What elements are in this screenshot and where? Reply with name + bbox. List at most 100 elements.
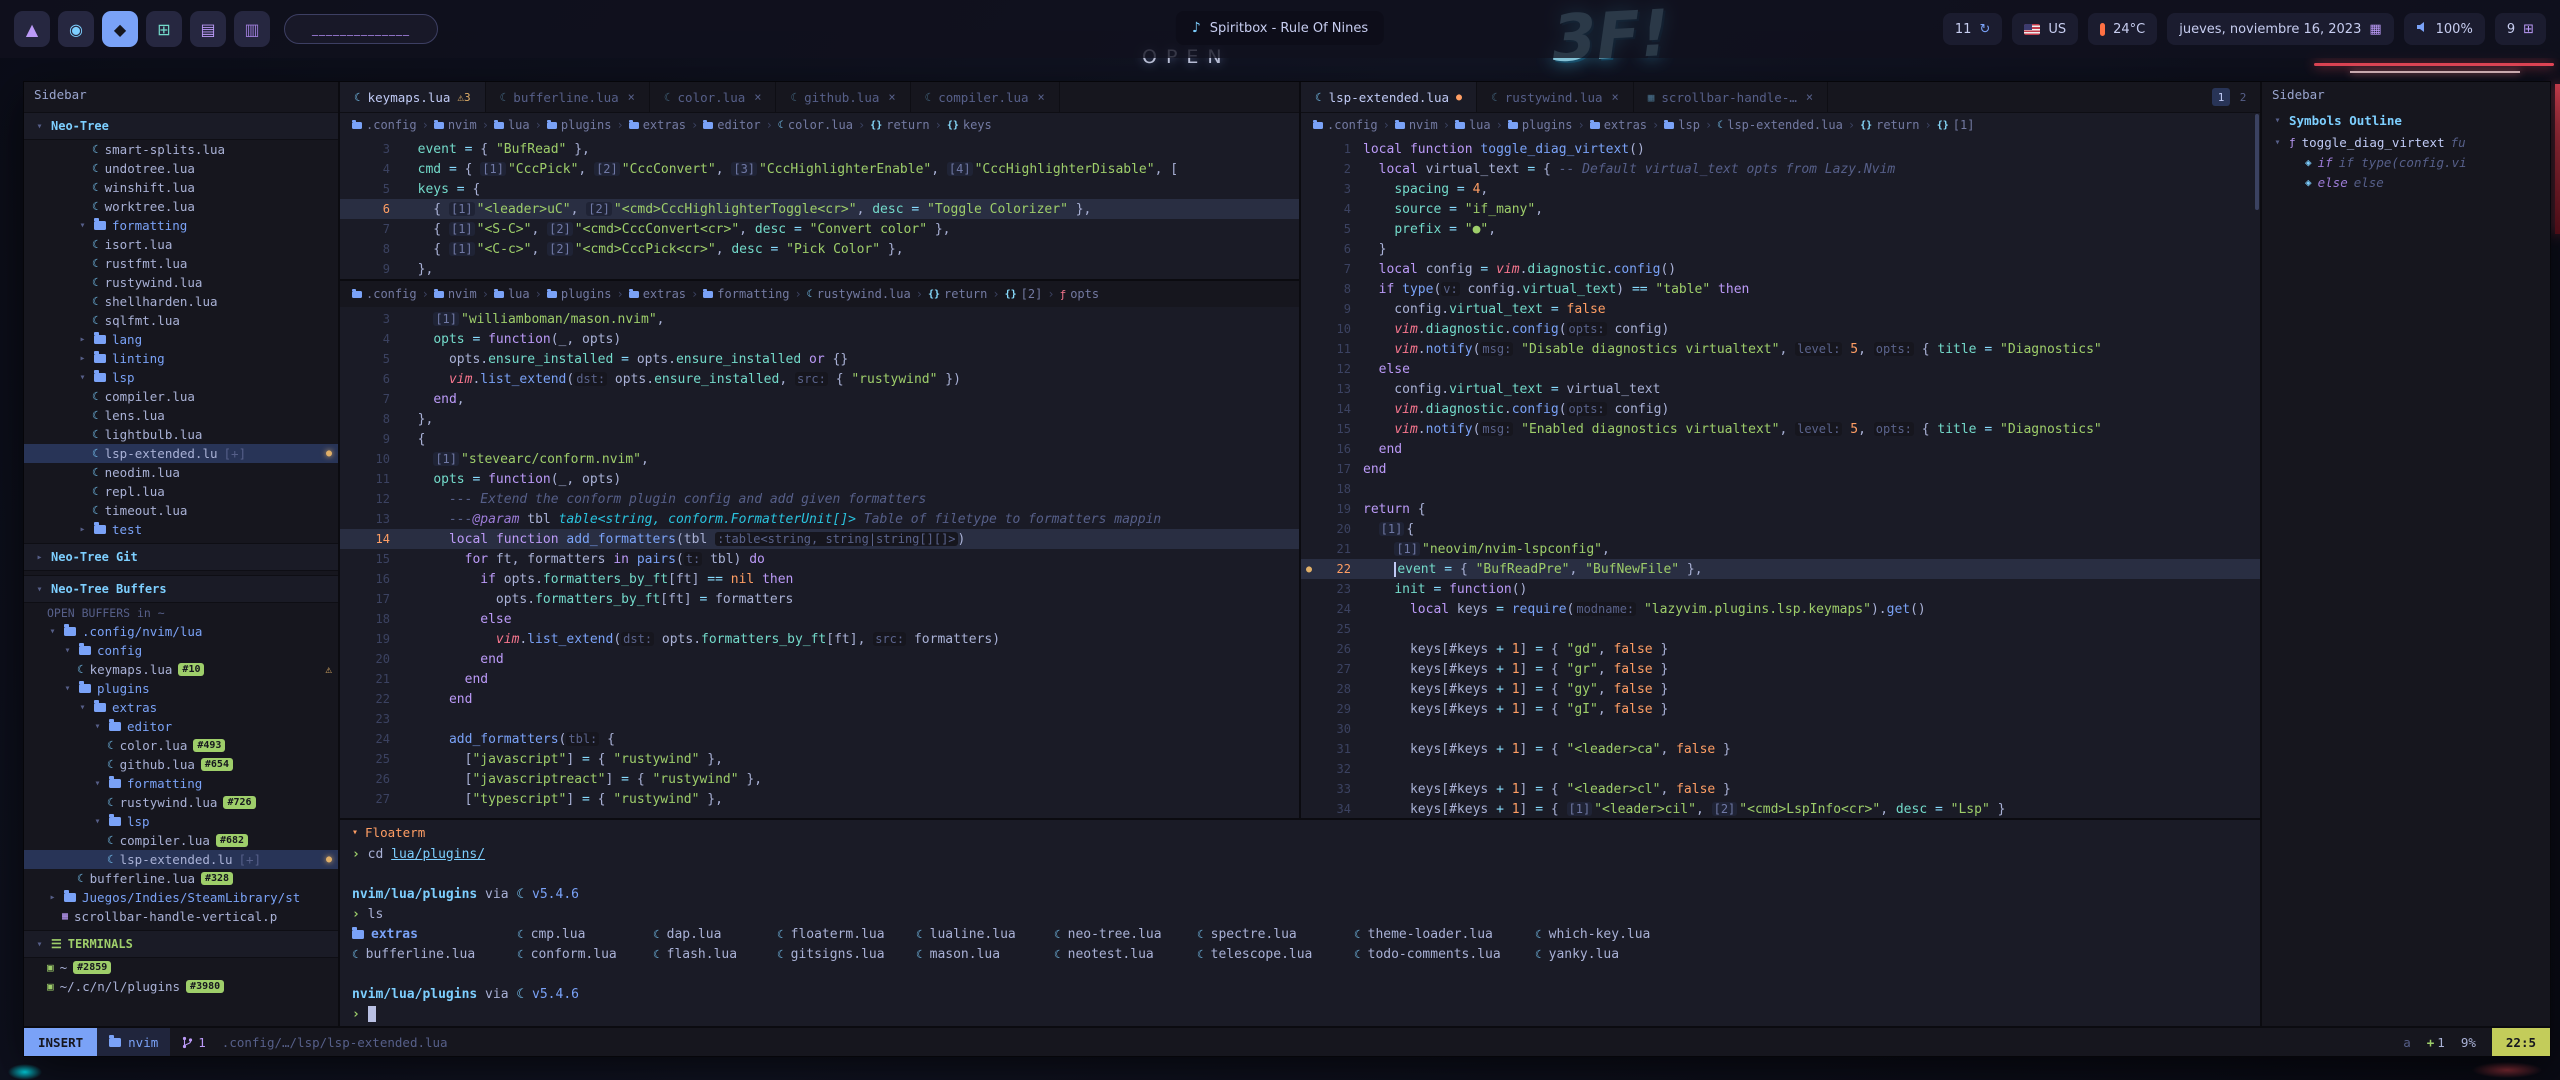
breadcrumb-item[interactable]: ƒopts — [1060, 287, 1100, 301]
lua-file-entry[interactable]: ☾telescope.lua — [1197, 947, 1354, 962]
close-icon[interactable]: × — [1806, 90, 1813, 104]
tree-item-neodim.lua[interactable]: ☾neodim.lua — [24, 463, 338, 482]
tree-item-lightbulb.lua[interactable]: ☾lightbulb.lua — [24, 425, 338, 444]
code-line[interactable]: 7 local config = vim.diagnostic.config() — [1301, 259, 2260, 279]
scrollbar[interactable] — [2255, 114, 2259, 210]
code-line[interactable]: 32 — [1301, 759, 2260, 779]
tree-item-sqlfmt.lua[interactable]: ☾sqlfmt.lua — [24, 311, 338, 330]
tree-item-worktree.lua[interactable]: ☾worktree.lua — [24, 197, 338, 216]
tree-item-repl.lua[interactable]: ☾repl.lua — [24, 482, 338, 501]
close-icon[interactable]: × — [754, 90, 761, 104]
code-line[interactable]: 15 for ft, formatters in pairs(t: tbl) d… — [340, 549, 1299, 569]
tree-item-rustfmt.lua[interactable]: ☾rustfmt.lua — [24, 254, 338, 273]
music-widget[interactable]: ♪ Spiritbox - Rule Of Nines — [1176, 11, 1384, 45]
outline-item-else[interactable]: ◈elseelse — [2262, 172, 2550, 192]
code-line[interactable]: 16 if opts.formatters_by_ft[ft] == nil t… — [340, 569, 1299, 589]
code-line[interactable]: 3 [1]"williamboman/mason.nvim", — [340, 309, 1299, 329]
tab-scrollbar-handle[interactable]: ▦scrollbar-handle-…× — [1634, 82, 1828, 112]
lua-file-entry[interactable]: ☾neo-tree.lua — [1054, 927, 1197, 942]
code-line[interactable]: 13 config.virtual_text = virtual_text — [1301, 379, 2260, 399]
code-line[interactable]: 27 keys[#keys + 1] = { "gr", false } — [1301, 659, 2260, 679]
lua-file-entry[interactable]: ☾dap.lua — [653, 927, 777, 942]
tree-item-scrollbar-handle-vertical.p[interactable]: ▦scrollbar-handle-vertical.p — [24, 907, 338, 926]
tree-item-[interactable]: ▣~#2859 — [24, 958, 338, 977]
code-line[interactable]: 22 end — [340, 689, 1299, 709]
breadcrumb-item[interactable]: .config — [352, 287, 417, 301]
breadcrumb-item[interactable]: nvim — [1395, 118, 1438, 132]
code-line[interactable]: 26 ["javascriptreact"] = { "rustywind" }… — [340, 769, 1299, 789]
code-line[interactable]: 10 [1]"stevearc/conform.nvim", — [340, 449, 1299, 469]
breadcrumb-item[interactable]: formatting — [703, 287, 789, 301]
lua-file-entry[interactable]: ☾todo-comments.lua — [1354, 947, 1535, 962]
tree-item-bufferline.lua[interactable]: ☾bufferline.lua#328 — [24, 869, 338, 888]
code-line[interactable]: 27 ["typescript"] = { "rustywind" }, — [340, 789, 1299, 809]
breadcrumb-item[interactable]: .config — [1313, 118, 1378, 132]
outline-item-toggle-diag-virtext[interactable]: ▾ƒtoggle_diag_virtextfu — [2262, 132, 2550, 152]
code-line[interactable]: 8 { [1]"<C-c>", [2]"<cmd>CccPick<cr>", d… — [340, 239, 1299, 259]
tree-folder-editor[interactable]: ▾editor — [24, 717, 338, 736]
code-area[interactable]: 3 event = { "BufRead" },4 cmd = { [1]"Cc… — [340, 137, 1299, 279]
code-line[interactable]: 25 ["javascript"] = { "rustywind" }, — [340, 749, 1299, 769]
lua-file-entry[interactable]: ☾theme-loader.lua — [1354, 927, 1535, 942]
code-line[interactable]: ●22 event = { "BufReadPre", "BufNewFile"… — [1301, 559, 2260, 579]
code-line[interactable]: 26 keys[#keys + 1] = { "gd", false } — [1301, 639, 2260, 659]
breadcrumb-item[interactable]: lua — [494, 118, 530, 132]
tree-folder-plugins[interactable]: ▾plugins — [24, 679, 338, 698]
code-line[interactable]: 25 — [1301, 619, 2260, 639]
breadcrumb-item[interactable]: nvim — [434, 287, 477, 301]
tree-item-undotree.lua[interactable]: ☾undotree.lua — [24, 159, 338, 178]
tree-folder-linting[interactable]: ▸linting — [24, 349, 338, 368]
code-line[interactable]: 17end — [1301, 459, 2260, 479]
tree-item-timeout.lua[interactable]: ☾timeout.lua — [24, 501, 338, 520]
code-line[interactable]: 14 local function add_formatters(tbl :ta… — [340, 529, 1299, 549]
close-icon[interactable]: × — [1612, 90, 1619, 104]
tree-item-open-buffers-in[interactable]: OPEN BUFFERS in ~ — [24, 603, 338, 622]
code-line[interactable]: 7 end, — [340, 389, 1299, 409]
terminal-output[interactable]: › cd lua/plugins/nvim/lua/plugins via ☾ … — [340, 844, 2260, 1026]
tree-folder-juegos-indies-steamlibrary-st[interactable]: ▸Juegos/Indies/SteamLibrary/st — [24, 888, 338, 907]
keyboard-layout-widget[interactable]: US — [2012, 13, 2078, 45]
lua-file-entry[interactable]: ☾lualine.lua — [916, 927, 1054, 942]
breadcrumb-item[interactable]: {}return — [870, 118, 929, 132]
tree-folder-extras[interactable]: ▾extras — [24, 698, 338, 717]
section-neo-tree-buffers[interactable]: ▾Neo-Tree Buffers — [24, 575, 338, 603]
tab-number-1[interactable]: 1 — [2212, 88, 2230, 106]
tree-item-smart-splits.lua[interactable]: ☾smart-splits.lua — [24, 140, 338, 159]
code-area[interactable]: 3 [1]"williamboman/mason.nvim",4 opts = … — [340, 307, 1299, 818]
tree-folder-formatting[interactable]: ▾formatting — [24, 774, 338, 793]
code-line[interactable]: 14 vim.diagnostic.config(opts: config) — [1301, 399, 2260, 419]
lua-file-entry[interactable]: ☾spectre.lua — [1197, 927, 1354, 942]
lua-file-entry[interactable]: ☾flash.lua — [653, 947, 777, 962]
code-line[interactable]: 12 else — [1301, 359, 2260, 379]
code-area[interactable]: 1local function toggle_diag_virtext()2 l… — [1301, 137, 2260, 818]
tree-item-rustywind.lua[interactable]: ☾rustywind.lua#726 — [24, 793, 338, 812]
tree-folder-config[interactable]: ▾config — [24, 641, 338, 660]
breadcrumb-item[interactable]: {}return — [928, 287, 987, 301]
tree-item-color.lua[interactable]: ☾color.lua#493 — [24, 736, 338, 755]
code-line[interactable]: 19return { — [1301, 499, 2260, 519]
breadcrumb-item[interactable]: extras — [1590, 118, 1647, 132]
breadcrumb-item[interactable]: {}[1] — [1937, 118, 1975, 132]
code-line[interactable]: 21 [1]"neovim/nvim-lspconfig", — [1301, 539, 2260, 559]
breadcrumb-item[interactable]: plugins — [547, 118, 612, 132]
tab-keymaps.lua[interactable]: ☾keymaps.lua⚠3 — [340, 82, 486, 112]
code-line[interactable]: 9 config.virtual_text = false — [1301, 299, 2260, 319]
code-line[interactable]: 18 — [1301, 479, 2260, 499]
tree-item-shellharden.lua[interactable]: ☾shellharden.lua — [24, 292, 338, 311]
code-line[interactable]: 6 { [1]"<leader>uC", [2]"<cmd>CccHighlig… — [340, 199, 1299, 219]
tree-item-keymaps.lua[interactable]: ☾keymaps.lua#10⚠ — [24, 660, 338, 679]
tree-folder-lsp[interactable]: ▾lsp — [24, 812, 338, 831]
code-line[interactable]: 29 keys[#keys + 1] = { "gI", false } — [1301, 699, 2260, 719]
section-terminals[interactable]: ▾☰TERMINALS — [24, 930, 338, 958]
temperature-widget[interactable]: 24°C — [2088, 13, 2157, 45]
breadcrumb-item[interactable]: ☾color.lua — [778, 118, 853, 132]
close-icon[interactable]: × — [628, 90, 635, 104]
code-line[interactable]: 12 --- Extend the conform plugin config … — [340, 489, 1299, 509]
code-line[interactable]: 19 vim.list_extend(dst: opts.formatters_… — [340, 629, 1299, 649]
tree-item-lsp-extended.lu[interactable]: ☾lsp-extended.lu[+]● — [24, 444, 338, 463]
breadcrumb-item[interactable]: nvim — [434, 118, 477, 132]
editor-pane-rustywind-lua[interactable]: .config›nvim›lua›plugins›extras›formatti… — [340, 279, 1299, 818]
git-branch-segment[interactable]: 1 — [170, 1035, 218, 1050]
lua-file-entry[interactable]: ☾conform.lua — [517, 947, 653, 962]
cwd-segment[interactable]: nvim — [97, 1028, 170, 1056]
